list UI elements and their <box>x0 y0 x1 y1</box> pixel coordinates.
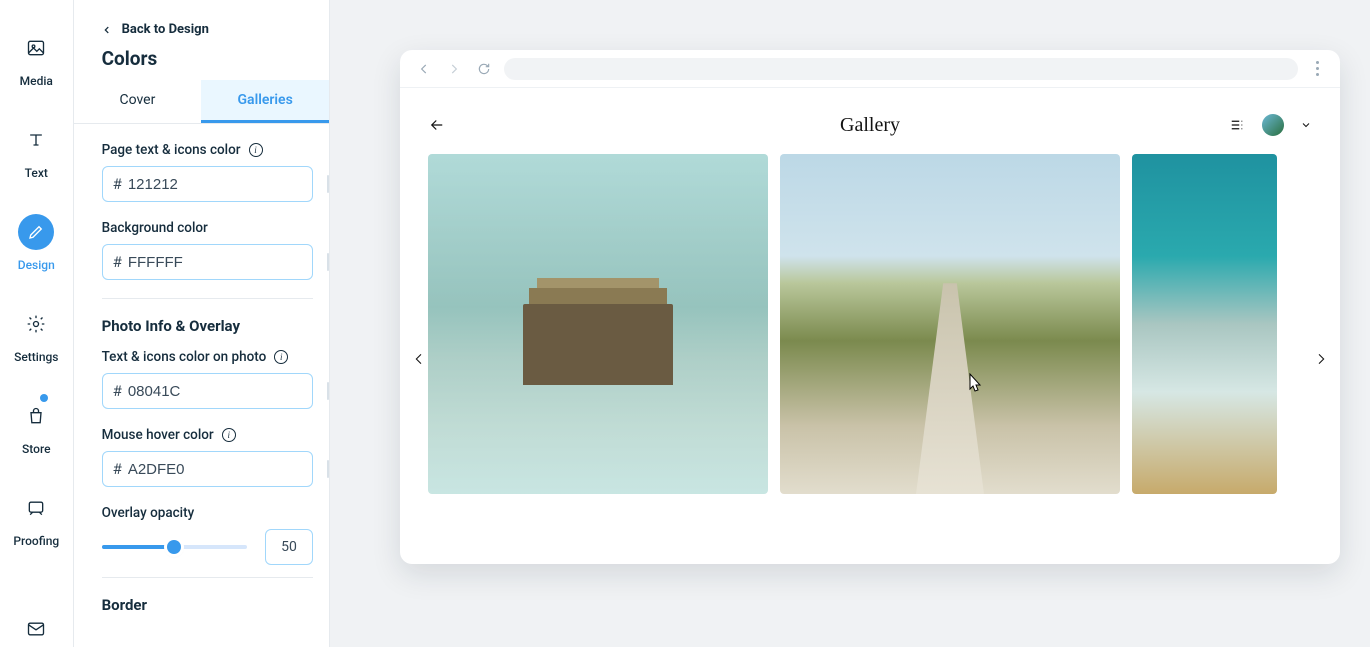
input-hover[interactable]: # <box>102 451 313 487</box>
color-swatch[interactable] <box>327 253 329 271</box>
proofing-icon <box>18 490 54 526</box>
back-label: Back to Design <box>122 22 209 37</box>
preview-stage: Gallery <box>330 0 1370 647</box>
section-border: Border <box>102 596 313 614</box>
color-swatch[interactable] <box>327 382 329 400</box>
rail-label: Proofing <box>13 534 59 548</box>
gear-icon <box>18 306 54 342</box>
rail-item-text[interactable]: Text <box>18 122 54 180</box>
preview-browser: Gallery <box>400 50 1340 564</box>
color-swatch[interactable] <box>327 460 329 478</box>
opacity-value[interactable]: 50 <box>265 529 313 565</box>
label-page-text-icons: Page text & icons color i <box>102 142 313 158</box>
divider <box>102 577 313 578</box>
gallery-photo[interactable] <box>428 154 768 494</box>
hash-icon: # <box>113 175 122 193</box>
rail-item-media[interactable]: Media <box>18 30 54 88</box>
rail-label: Text <box>25 166 48 180</box>
rail-item-proofing[interactable]: Proofing <box>13 490 59 548</box>
left-rail: Media Text Design Settings Store Proofi <box>0 0 74 647</box>
info-icon[interactable]: i <box>274 350 288 364</box>
label-opacity: Overlay opacity <box>102 505 313 521</box>
nav-forward-icon[interactable] <box>444 59 464 79</box>
gallery-photo[interactable] <box>1132 154 1277 494</box>
label-background: Background color <box>102 220 313 236</box>
section-photo-overlay: Photo Info & Overlay <box>102 317 313 335</box>
color-swatch[interactable] <box>327 175 329 193</box>
info-icon[interactable]: i <box>222 428 236 442</box>
gallery-title: Gallery <box>840 114 900 137</box>
nav-back-icon[interactable] <box>414 59 434 79</box>
input-page-text-icons[interactable]: # <box>102 166 313 202</box>
heart-icon[interactable] <box>568 316 586 334</box>
color-value-input[interactable] <box>128 383 327 400</box>
gallery-header: Gallery <box>400 88 1340 154</box>
color-value-input[interactable] <box>128 254 327 271</box>
rail-label: Design <box>18 258 55 272</box>
tab-cover[interactable]: Cover <box>74 80 202 123</box>
rail-label: Store <box>22 442 51 456</box>
label-hover: Mouse hover color i <box>102 427 313 443</box>
hash-icon: # <box>113 253 122 271</box>
back-to-design[interactable]: Back to Design <box>102 22 301 37</box>
text-icon <box>18 122 54 158</box>
rail-item-mail[interactable] <box>0 619 73 647</box>
info-icon[interactable]: i <box>249 143 263 157</box>
hash-icon: # <box>113 460 122 478</box>
nav-reload-icon[interactable] <box>474 59 494 79</box>
hash-icon: # <box>113 382 122 400</box>
panel-title: Colors <box>102 47 301 70</box>
chevron-left-icon <box>102 25 112 35</box>
settings-panel: Back to Design Colors Cover Galleries Pa… <box>74 0 330 647</box>
carousel-next-icon[interactable] <box>1308 346 1334 372</box>
chevron-down-icon[interactable] <box>1300 119 1312 131</box>
rail-label: Media <box>20 74 53 88</box>
bag-icon <box>18 398 54 434</box>
image-icon <box>18 30 54 66</box>
slider-thumb[interactable] <box>167 540 181 554</box>
input-background[interactable]: # <box>102 244 313 280</box>
browser-toolbar <box>400 50 1340 88</box>
rail-label: Settings <box>14 350 58 364</box>
list-icon[interactable] <box>1228 116 1246 134</box>
opacity-slider[interactable] <box>102 545 247 549</box>
pencil-icon <box>18 214 54 250</box>
rail-item-settings[interactable]: Settings <box>14 306 58 364</box>
color-value-input[interactable] <box>128 176 327 193</box>
rail-item-design[interactable]: Design <box>18 214 55 272</box>
menu-dots-icon[interactable] <box>1308 61 1326 76</box>
tab-galleries[interactable]: Galleries <box>201 80 329 123</box>
gallery-photo[interactable] <box>780 154 1120 494</box>
label-on-photo: Text & icons color on photo i <box>102 349 313 365</box>
color-value-input[interactable] <box>128 461 327 478</box>
photo-overlay-icons <box>568 316 628 334</box>
mail-icon <box>26 619 46 639</box>
panel-tabs: Cover Galleries <box>74 80 329 124</box>
rail-item-store[interactable]: Store <box>18 398 54 456</box>
url-bar[interactable] <box>504 58 1298 80</box>
gallery-back-icon[interactable] <box>428 116 446 134</box>
input-on-photo[interactable]: # <box>102 373 313 409</box>
gallery-row <box>400 154 1340 564</box>
download-icon[interactable] <box>610 316 628 334</box>
slider-fill <box>102 545 175 549</box>
avatar[interactable] <box>1262 114 1284 136</box>
divider <box>102 298 313 299</box>
